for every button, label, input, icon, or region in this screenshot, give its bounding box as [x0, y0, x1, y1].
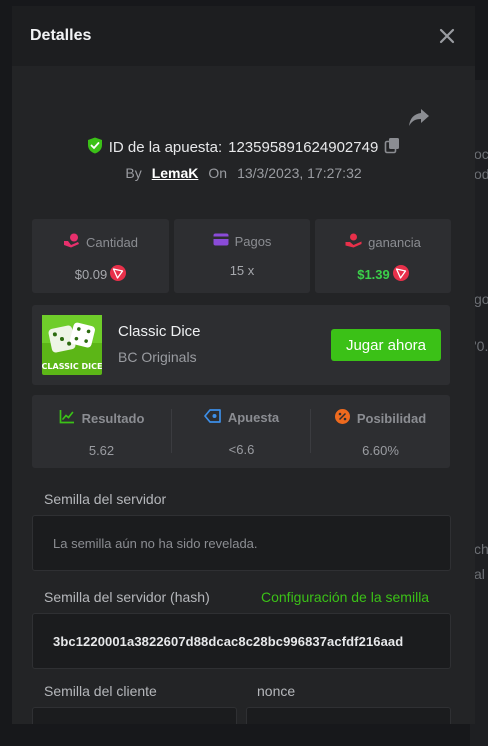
client-seed-field[interactable]: [32, 707, 237, 724]
server-seed-field[interactable]: La semilla aún no ha sido revelada.: [32, 515, 451, 571]
chance-label: Posibilidad: [356, 410, 427, 426]
bet-details-modal: Detalles ID de la apuesta: 1235958916249…: [12, 6, 475, 724]
verified-shield-icon: [87, 137, 103, 158]
profit-icon: [345, 233, 362, 251]
payout-icon: [213, 233, 229, 249]
bet-column: Apuesta <6.6: [172, 395, 311, 468]
nonce-field[interactable]: [246, 707, 451, 724]
bet-label: Apuesta: [227, 410, 280, 425]
stat-card-payout: Pagos 15 x: [174, 219, 310, 293]
share-icon[interactable]: [408, 106, 430, 128]
background-text: '0.: [474, 338, 488, 354]
game-card: CLASSIC DICE Classic Dice BC Originals J…: [32, 305, 450, 385]
copy-icon[interactable]: [384, 137, 400, 158]
trx-coin-icon: [110, 265, 127, 284]
result-icon: [59, 409, 75, 427]
background-text: al: [474, 566, 485, 582]
play-now-button[interactable]: Jugar ahora: [331, 329, 441, 361]
game-provider: BC Originals: [118, 349, 197, 365]
server-hash-value: 3bc1220001a3822607d88dcac8c28bc996837acf…: [53, 634, 404, 649]
bet-tag-icon: [203, 409, 221, 426]
trx-coin-icon: [392, 265, 409, 284]
background-text: od: [474, 166, 488, 182]
close-icon[interactable]: [435, 24, 459, 48]
nonce-label: nonce: [257, 683, 296, 699]
bet-author-row: By LemaK On 13/3/2023, 17:27:32: [12, 163, 475, 183]
modal-header: Detalles: [12, 6, 475, 66]
username-link[interactable]: LemaK: [152, 165, 199, 181]
seed-settings-link[interactable]: Configuración de la semilla: [261, 589, 429, 605]
stat-label: ganancia: [368, 234, 421, 250]
server-hash-field[interactable]: 3bc1220001a3822607d88dcac8c28bc996837acf…: [32, 613, 451, 669]
chance-icon: [334, 409, 350, 427]
chance-column: Posibilidad 6.60%: [311, 395, 450, 468]
game-name: Classic Dice: [118, 323, 201, 340]
bet-id-label: ID de la apuesta:: [108, 138, 223, 156]
on-label: On: [208, 165, 228, 181]
result-column: Resultado 5.62: [32, 395, 171, 468]
amount-icon: [63, 233, 80, 251]
client-seed-label: Semilla del cliente: [44, 683, 157, 699]
server-seed-value: La semilla aún no ha sido revelada.: [53, 536, 258, 551]
bet-datetime: 13/3/2023, 17:27:32: [237, 165, 362, 181]
bet-result-card: Resultado 5.62 Apuesta <6.6 Posibilidad …: [32, 395, 450, 468]
background-text: go: [474, 291, 488, 307]
bet-id-value: 123595891624902749: [228, 138, 379, 156]
result-label: Resultado: [81, 410, 145, 426]
server-seed-label: Semilla del servidor: [44, 491, 167, 507]
thumbnail-text: CLASSIC DICE: [42, 362, 102, 371]
result-value: 5.62: [88, 443, 115, 458]
by-label: By: [125, 165, 142, 181]
bet-id-row: ID de la apuesta: 123595891624902749: [12, 136, 475, 158]
chance-value: 6.60%: [362, 443, 399, 458]
stat-label: Cantidad: [85, 234, 139, 250]
background-text: oc: [474, 146, 488, 162]
stat-label: Pagos: [234, 233, 272, 249]
stat-value: 15 x: [229, 263, 255, 278]
background-text: ch: [474, 541, 488, 557]
classic-dice-thumbnail[interactable]: CLASSIC DICE: [42, 315, 102, 375]
stat-value: $0.09: [74, 267, 108, 282]
modal-title: Detalles: [30, 27, 92, 44]
stat-value: $1.39: [357, 267, 390, 282]
stat-card-amount: Cantidad $0.09: [32, 219, 169, 293]
stat-card-profit: ganancia $1.39: [315, 219, 451, 293]
bet-value: <6.6: [228, 442, 255, 457]
server-hash-label: Semilla del servidor (hash): [44, 589, 210, 605]
